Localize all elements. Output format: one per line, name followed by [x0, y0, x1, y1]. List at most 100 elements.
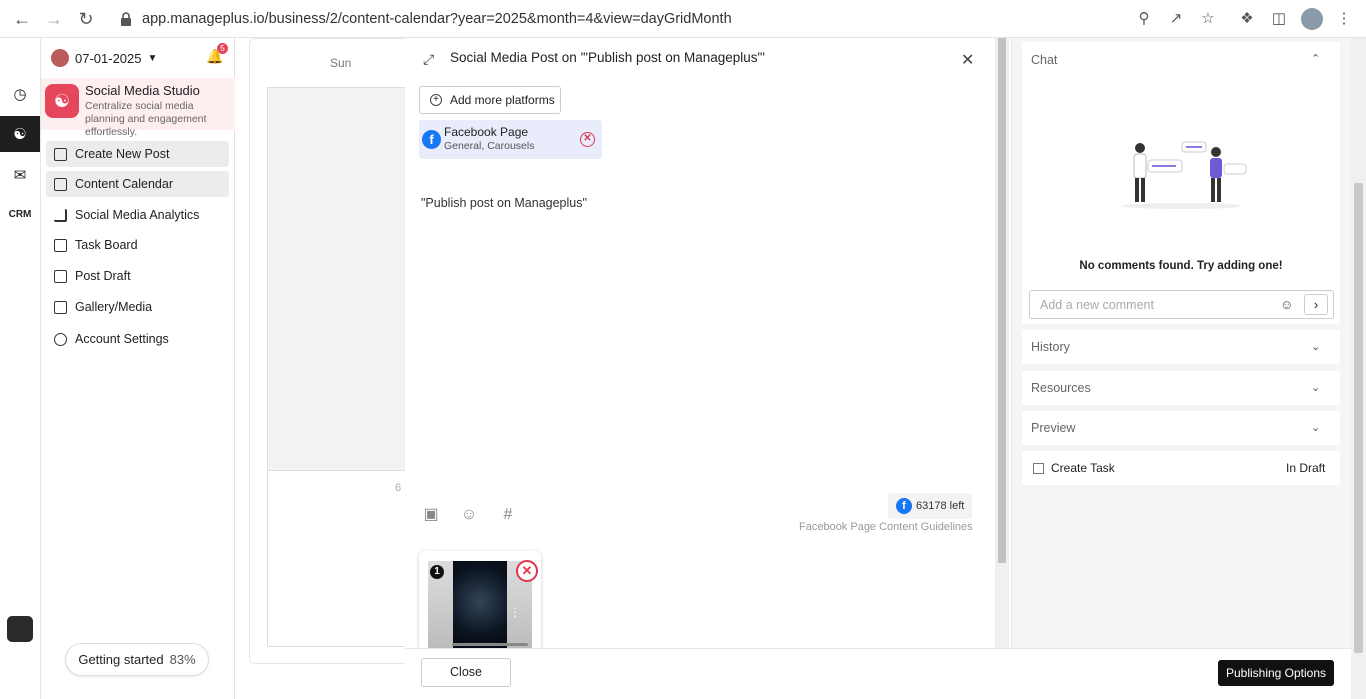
getting-started-button[interactable]: Getting started 83% [66, 644, 208, 675]
task-status: In Draft [1286, 461, 1326, 475]
calendar-cell[interactable] [267, 471, 407, 647]
sidebar-item-post-draft[interactable]: Post Draft [46, 263, 229, 289]
preview-label: Preview [1031, 421, 1076, 435]
zoom-icon[interactable]: ⚲ [1135, 10, 1153, 28]
scrollbar-thumb[interactable] [1354, 183, 1363, 653]
resources-label: Resources [1031, 381, 1091, 395]
document-icon [54, 269, 67, 283]
star-icon[interactable]: ☆ [1199, 10, 1217, 28]
scrollbar-thumb[interactable] [998, 38, 1006, 563]
send-button[interactable]: › [1304, 294, 1328, 315]
sidepanel-icon[interactable]: ◫ [1270, 10, 1288, 28]
brand-banner: ☯ Social Media Studio Centralize social … [41, 78, 235, 138]
social-studio-icon[interactable]: ☯ [0, 116, 40, 152]
video-progress-bar [452, 643, 528, 646]
emoji-icon[interactable]: ☺ [1280, 297, 1293, 312]
facebook-icon: f [896, 498, 912, 514]
sidebar-item-account-settings[interactable]: Account Settings [46, 326, 229, 352]
sidebar-item-content-calendar[interactable]: Content Calendar [46, 171, 229, 197]
date-label: 07-01-2025 [75, 50, 142, 66]
post-content-editor[interactable]: "Publish post on Manageplus" [421, 196, 587, 210]
close-button[interactable]: Close [421, 658, 511, 687]
characters-left-badge: f 63178 left [888, 493, 973, 519]
sidebar-item-label: Gallery/Media [75, 300, 153, 314]
content-calendar: Sun 6 [249, 38, 409, 664]
more-options-icon[interactable]: ⋮ [509, 605, 521, 619]
guidelines-link[interactable]: Facebook Page Content Guidelines [799, 521, 973, 533]
publishing-options-button[interactable]: Publishing Options [1218, 660, 1334, 686]
panel-scrollbar[interactable] [1351, 38, 1366, 699]
analytics-icon [54, 208, 67, 222]
sidebar-item-analytics[interactable]: Social Media Analytics [46, 202, 229, 228]
post-editor-modal: ⤢ Social Media Post on '"Publish post on… [405, 38, 1366, 699]
comment-placeholder: Add a new comment [1040, 298, 1154, 312]
platform-card[interactable]: f Facebook Page General, Carousels ✕ [419, 120, 602, 159]
characters-left: 63178 left [916, 500, 965, 512]
create-task-label: Create Task [1051, 461, 1115, 475]
resources-accordion[interactable]: Resources ⌄ [1022, 371, 1340, 405]
sidebar-item-task-board[interactable]: Task Board [46, 232, 229, 258]
sidebar-item-label: Post Draft [75, 269, 131, 283]
plus-circle-icon: + [430, 94, 442, 106]
share-icon[interactable]: ↗ [1167, 10, 1185, 28]
day-number: 6 [395, 482, 402, 494]
create-task-row: Create Task In Draft [1022, 451, 1340, 485]
chat-section: Chat ⌃ No comments found. Try adding one… [1022, 42, 1340, 324]
create-task-checkbox[interactable] [1033, 463, 1044, 474]
expand-icon[interactable]: ⤢ [423, 51, 434, 68]
image-icon[interactable]: ▣ [422, 506, 440, 524]
modal-title: Social Media Post on '"Publish post on M… [450, 50, 765, 65]
side-panel: Chat ⌃ No comments found. Try adding one… [1011, 38, 1351, 648]
sidebar-item-gallery[interactable]: Gallery/Media [46, 294, 229, 320]
brand-subtitle: Centralize social media planning and eng… [85, 100, 207, 138]
platform-name: Facebook Page [444, 125, 529, 139]
calendar-icon [54, 177, 67, 191]
reload-icon[interactable]: ↻ [76, 9, 96, 29]
remove-media-icon[interactable]: ✕ [516, 560, 538, 582]
extensions-icon[interactable]: ❖ [1238, 10, 1256, 28]
brand-title: Social Media Studio [85, 83, 200, 98]
add-platforms-button[interactable]: + Add more platforms [419, 86, 561, 114]
sidebar-item-label: Task Board [75, 238, 138, 252]
close-icon[interactable]: ✕ [961, 50, 974, 70]
forward-icon[interactable]: → [44, 9, 64, 29]
chevron-up-icon[interactable]: ⌃ [1311, 52, 1320, 65]
lock-icon [121, 12, 131, 26]
sidebar-item-create-new-post[interactable]: Create New Post [46, 141, 229, 167]
user-avatar[interactable] [0, 611, 40, 647]
back-icon[interactable]: ← [12, 9, 32, 29]
preview-accordion[interactable]: Preview ⌄ [1022, 411, 1340, 445]
kebab-menu-icon[interactable]: ⋮ [1335, 10, 1353, 28]
address-bar[interactable]: app.manageplus.io/business/2/content-cal… [142, 11, 732, 27]
getting-started-label: Getting started [78, 652, 164, 667]
chevron-down-icon: ⌄ [1311, 422, 1321, 434]
media-image [453, 561, 507, 651]
empty-chat-illustration [1122, 141, 1247, 209]
emoji-icon[interactable]: ☺ [460, 506, 478, 524]
add-platforms-label: Add more platforms [450, 93, 555, 107]
crm-icon[interactable]: CRM [0, 196, 40, 232]
platform-subtitle: General, Carousels [444, 140, 535, 152]
studio-logo-icon: ☯ [45, 84, 79, 118]
sidebar-item-label: Social Media Analytics [75, 208, 200, 222]
editor-scrollbar[interactable] [995, 38, 1009, 648]
date-selector[interactable]: 07-01-2025 ▼ [51, 49, 157, 67]
hashtag-icon[interactable]: # [499, 506, 517, 524]
history-accordion[interactable]: History ⌄ [1022, 330, 1340, 364]
remove-platform-icon[interactable]: ✕ [580, 132, 595, 147]
chevron-down-icon: ⌄ [1311, 341, 1321, 353]
mail-icon[interactable]: ✉ [0, 157, 40, 193]
sidebar-item-label: Content Calendar [75, 177, 173, 191]
browser-toolbar: ← → ↻ app.manageplus.io/business/2/conte… [0, 0, 1366, 38]
media-index-badge: 1 [430, 565, 444, 579]
dashboard-icon[interactable]: ◷ [0, 76, 40, 112]
history-label: History [1031, 340, 1070, 354]
comment-input[interactable]: Add a new comment ☺ › [1029, 290, 1334, 319]
profile-avatar[interactable] [1301, 8, 1323, 30]
calendar-cell[interactable] [267, 87, 407, 471]
sidebar-item-label: Account Settings [75, 332, 169, 346]
edit-icon [54, 147, 67, 161]
facebook-icon: f [422, 130, 441, 149]
task-board-icon [54, 238, 67, 252]
business-avatar [51, 49, 69, 67]
